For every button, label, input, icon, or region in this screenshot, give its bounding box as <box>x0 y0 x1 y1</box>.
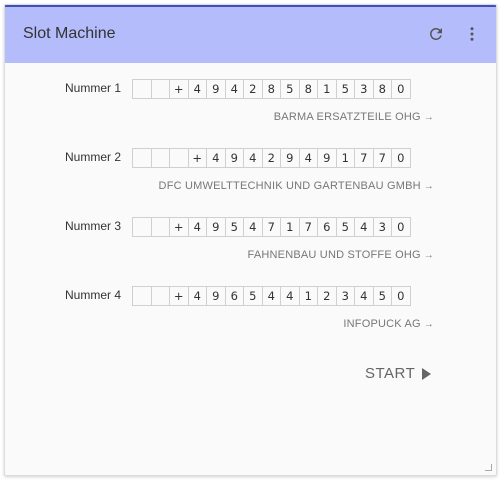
arrow-right-icon: → <box>423 250 434 261</box>
card-header: Slot Machine <box>5 5 496 63</box>
digit-cell <box>152 218 170 236</box>
company-link[interactable]: INFOPUCK AG → <box>343 318 434 330</box>
arrow-right-icon: → <box>423 319 434 330</box>
digit-cell: 5 <box>374 287 392 305</box>
digit-cell: 0 <box>392 149 411 167</box>
digit-cell: 9 <box>207 287 226 305</box>
digit-cells: +4 9 4 2 8 5 8 1 5 3 8 0 <box>132 79 411 99</box>
digit-cell <box>152 80 170 98</box>
digit-cell: + <box>170 287 189 305</box>
row-label: Nummer 1 <box>64 81 121 95</box>
digit-cell: 4 <box>189 218 207 236</box>
digit-cell: 8 <box>263 80 281 98</box>
company-link[interactable]: DFC UMWELTTECHNIK UND GARTENBAU GMBH → <box>159 180 434 192</box>
digit-cell: 9 <box>207 80 226 98</box>
start-label: START <box>365 365 416 382</box>
arrow-right-icon: → <box>423 112 434 123</box>
digit-cells: +4 9 5 4 7 1 7 6 5 4 3 0 <box>132 217 411 237</box>
digit-cell: 7 <box>263 218 281 236</box>
digit-cell: 4 <box>207 149 226 167</box>
company-name: DFC UMWELTTECHNIK UND GARTENBAU GMBH <box>158 180 421 192</box>
digit-cell: + <box>170 80 189 98</box>
number-row: Nummer 2 +4 9 4 2 9 4 9 1 7 7 0 <box>5 148 496 168</box>
number-row: Nummer 3 +4 9 5 4 7 1 7 6 5 4 3 0 <box>5 217 496 237</box>
digit-cell: 9 <box>226 149 244 167</box>
digit-cell: 5 <box>244 287 263 305</box>
digit-cell: 9 <box>318 149 337 167</box>
digit-cell <box>133 218 152 236</box>
digit-cell: 4 <box>226 80 244 98</box>
number-row: Nummer 4 +4 9 6 5 4 4 1 2 3 4 5 0 <box>5 286 496 306</box>
digit-cell: 0 <box>392 287 411 305</box>
digit-cell: 4 <box>189 287 207 305</box>
more-vertical-icon <box>470 27 474 41</box>
digit-cell <box>133 287 152 305</box>
digit-cell: 3 <box>355 80 374 98</box>
digit-cell: 4 <box>355 287 374 305</box>
digit-cell: 2 <box>244 80 263 98</box>
digit-cell: 4 <box>263 287 281 305</box>
digit-cells: +4 9 4 2 9 4 9 1 7 7 0 <box>132 148 411 168</box>
digit-cell: 5 <box>281 80 300 98</box>
start-button[interactable]: START <box>365 365 432 382</box>
play-icon <box>422 367 432 380</box>
number-row: Nummer 1 +4 9 4 2 8 5 8 1 5 3 8 0 <box>5 79 496 99</box>
digit-cell: 1 <box>337 149 355 167</box>
resize-handle[interactable] <box>485 464 492 471</box>
digit-cell: 7 <box>355 149 374 167</box>
digit-cell: 1 <box>281 218 300 236</box>
digit-cell: 3 <box>337 287 355 305</box>
digit-cell: 2 <box>318 287 337 305</box>
slot-machine-card: Slot Machine Nummer 1 +4 9 4 2 8 5 8 1 5 3 8 0 BARMA … <box>4 4 497 476</box>
digit-cell: 7 <box>374 149 392 167</box>
digit-cell <box>152 149 170 167</box>
digit-cell: 7 <box>300 218 318 236</box>
row-label: Nummer 4 <box>64 288 121 302</box>
digit-cell: 4 <box>244 218 263 236</box>
digit-cell: + <box>189 149 207 167</box>
company-name: BARMA ERSATZTEILE OHG <box>273 111 421 123</box>
digit-cell: 4 <box>281 287 300 305</box>
digit-cell: + <box>170 218 189 236</box>
digit-cells: +4 9 6 5 4 4 1 2 3 4 5 0 <box>132 286 411 306</box>
digit-cell: 1 <box>300 287 318 305</box>
digit-cell <box>170 149 189 167</box>
company-link[interactable]: BARMA ERSATZTEILE OHG → <box>274 111 434 123</box>
digit-cell: 5 <box>337 80 355 98</box>
card-title: Slot Machine <box>23 25 116 42</box>
digit-cell: 0 <box>392 80 411 98</box>
row-label: Nummer 3 <box>64 219 121 233</box>
digit-cell: 6 <box>226 287 244 305</box>
digit-cell: 4 <box>355 218 374 236</box>
digit-cell: 4 <box>300 149 318 167</box>
digit-cell: 8 <box>374 80 392 98</box>
digit-cell: 5 <box>226 218 244 236</box>
refresh-button[interactable] <box>425 23 447 45</box>
arrow-right-icon: → <box>423 181 434 192</box>
digit-cell: 9 <box>281 149 300 167</box>
digit-cell: 5 <box>337 218 355 236</box>
refresh-icon <box>430 27 442 40</box>
company-link[interactable]: FAHNENBAU UND STOFFE OHG → <box>248 249 434 261</box>
more-options-button[interactable] <box>461 23 483 45</box>
digit-cell: 9 <box>207 218 226 236</box>
digit-cell: 4 <box>244 149 263 167</box>
company-name: INFOPUCK AG <box>343 318 421 330</box>
company-name: FAHNENBAU UND STOFFE OHG <box>247 249 421 261</box>
digit-cell: 1 <box>318 80 337 98</box>
digit-cell: 8 <box>300 80 318 98</box>
digit-cell: 0 <box>392 218 411 236</box>
row-label: Nummer 2 <box>64 150 121 164</box>
digit-cell: 6 <box>318 218 337 236</box>
digit-cell <box>152 287 170 305</box>
digit-cell: 4 <box>189 80 207 98</box>
digit-cell <box>133 149 152 167</box>
digit-cell <box>133 80 152 98</box>
digit-cell: 2 <box>263 149 281 167</box>
digit-cell: 3 <box>374 218 392 236</box>
